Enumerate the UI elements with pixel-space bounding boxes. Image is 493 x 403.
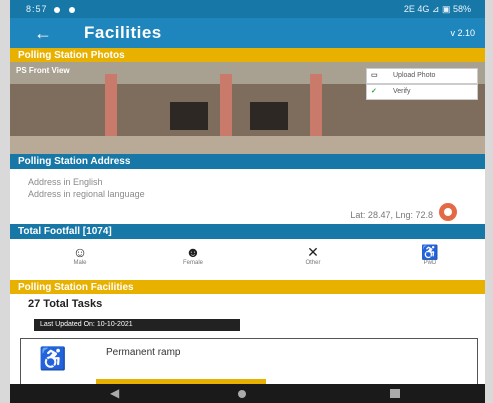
nav-home-icon[interactable] (238, 390, 246, 398)
check-icon: ✓ (371, 88, 377, 95)
notification-dot-icon (53, 6, 60, 13)
facility-title: Permanent ramp (106, 347, 181, 358)
camera-icon: ▭ (371, 72, 378, 79)
coordinates-text: Lat: 28.47, Lng: 72.8 (350, 210, 433, 220)
status-time: 8:57 (26, 4, 48, 14)
back-arrow-icon[interactable]: ← (34, 23, 52, 44)
counter-label: PwD (423, 260, 437, 266)
footfall-section-header: Total Footfall [1074] (10, 224, 485, 239)
footfall-counters: ☺ Male ☻ Female ✕ Other ♿ PwD (10, 244, 485, 274)
polling-station-photo[interactable]: PS Front View ▭ Upload Photo ✓ Verify (10, 62, 485, 154)
wheelchair-icon: ♿ (39, 346, 67, 371)
photo-ground (10, 136, 485, 154)
nav-recents-icon[interactable] (390, 389, 400, 398)
total-tasks: 27 Total Tasks (28, 298, 103, 310)
map-pin-icon[interactable] (439, 203, 457, 221)
photos-section-header: Polling Station Photos (10, 48, 485, 62)
wheelchair-icon: ♿ (421, 244, 439, 260)
address-section-header: Polling Station Address (10, 154, 485, 169)
footfall-section-title: Total Footfall [1074] (18, 226, 112, 237)
status-icons: 2E 4G ⊿ ▣ 58% (403, 4, 471, 14)
address-regional: Address in regional language (28, 189, 145, 199)
facilities-section-title: Polling Station Facilities (18, 282, 134, 293)
app-bar: ← Facilities v 2.10 (10, 18, 485, 48)
address-english: Address in English (28, 177, 103, 187)
upload-photo-button[interactable]: ▭ Upload Photo (366, 68, 478, 84)
notification-dot-icon (68, 6, 75, 13)
counter-label: Other (305, 260, 321, 266)
verify-button[interactable]: ✓ Verify (366, 84, 478, 100)
handshake-icon: ✕ (307, 244, 319, 260)
status-bar: 8:57 2E 4G ⊿ ▣ 58% (10, 0, 485, 18)
counter-female[interactable]: ☻ Female (173, 244, 213, 266)
app-screen: 8:57 2E 4G ⊿ ▣ 58% ← Facilities v 2.10 P… (10, 0, 485, 403)
page-title: Facilities (84, 23, 162, 42)
photos-section-title: Polling Station Photos (18, 50, 125, 61)
counter-pwd[interactable]: ♿ PwD (410, 244, 450, 266)
counter-label: Male (73, 260, 87, 266)
android-nav-bar: ◀ (10, 384, 485, 403)
last-updated-badge: Last Updated On: 10-10-2021 (34, 319, 240, 331)
counter-label: Female (182, 260, 203, 266)
photo-window (250, 102, 288, 130)
facility-card[interactable]: ♿ Permanent ramp (20, 338, 478, 388)
facilities-section-header: Polling Station Facilities (10, 280, 485, 294)
verify-label: Verify (393, 88, 411, 95)
person-female-icon: ☻ (185, 244, 201, 260)
nav-back-icon[interactable]: ◀ (110, 386, 119, 400)
person-male-icon: ☺ (72, 244, 88, 260)
counter-male[interactable]: ☺ Male (60, 244, 100, 266)
counter-other[interactable]: ✕ Other (293, 244, 333, 266)
app-version: v 2.10 (450, 28, 475, 38)
upload-photo-label: Upload Photo (393, 72, 436, 79)
address-section-title: Polling Station Address (18, 156, 131, 167)
photo-window (170, 102, 208, 130)
photo-tag: PS Front View (16, 66, 70, 75)
